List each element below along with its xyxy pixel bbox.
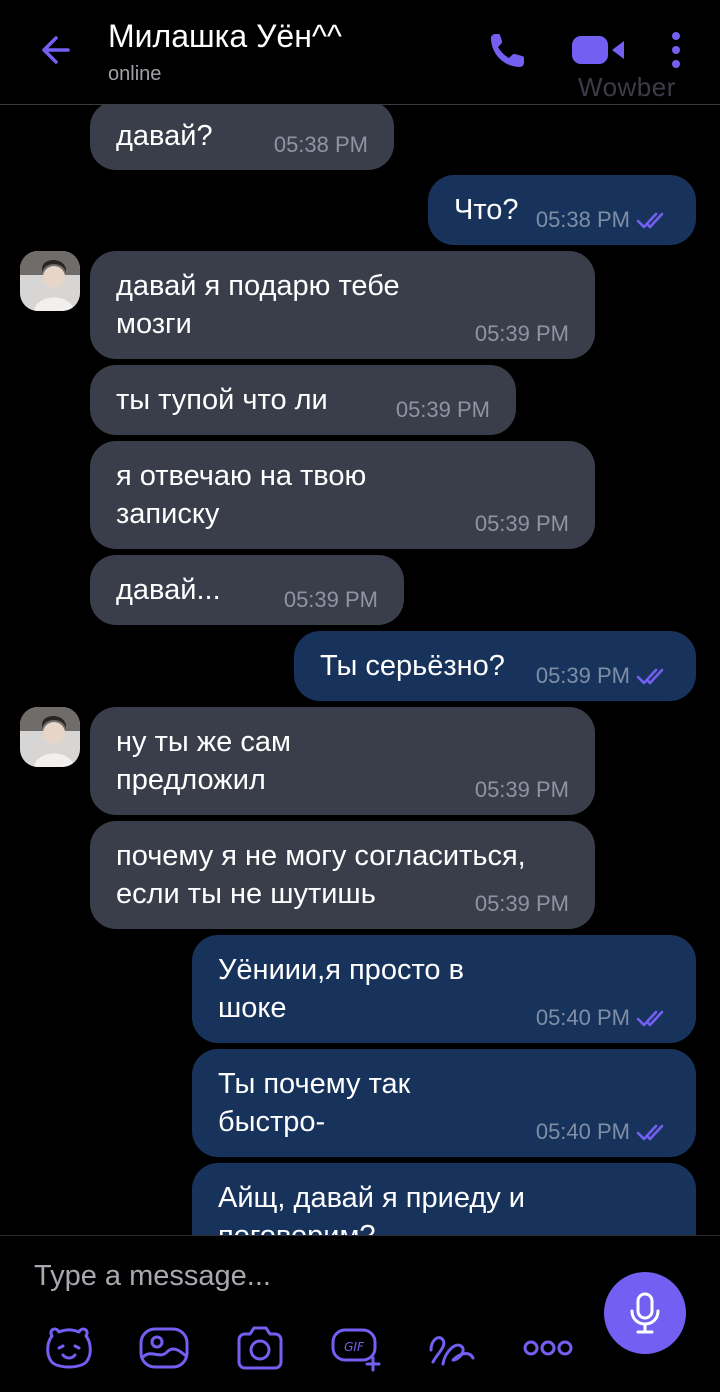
message-bubble-incoming[interactable]: ну ты же сам предложил 05:39 PM bbox=[90, 707, 595, 815]
more-vertical-icon[interactable] bbox=[664, 28, 688, 72]
message-time: 05:39 PM bbox=[474, 511, 569, 536]
message-time: 05:38 PM bbox=[273, 132, 368, 157]
message-bubble-outgoing[interactable]: Уёниии,я просто в шоке 05:40 PM bbox=[192, 935, 696, 1043]
double-check-read-icon bbox=[636, 1124, 664, 1141]
double-check-read-icon bbox=[636, 668, 664, 685]
message-bubble-incoming[interactable]: давай я подарю тебе мозги 05:39 PM bbox=[90, 251, 595, 359]
double-check-read-icon bbox=[636, 1010, 664, 1027]
doodle-icon[interactable] bbox=[425, 1324, 479, 1372]
microphone-icon bbox=[630, 1292, 660, 1334]
message-composer: GIF bbox=[0, 1235, 720, 1392]
voice-message-button[interactable] bbox=[604, 1272, 686, 1354]
message-bubble-incoming[interactable]: давай... 05:39 PM bbox=[90, 555, 404, 625]
message-bubble-outgoing[interactable]: Что? 05:38 PM bbox=[428, 175, 696, 245]
message-time: 05:39 PM bbox=[474, 777, 569, 802]
message-time: 05:39 PM bbox=[535, 663, 630, 688]
back-arrow-icon[interactable] bbox=[34, 30, 74, 70]
message-bubble-outgoing[interactable]: Ты почему так быстро- 05:40 PM bbox=[192, 1049, 696, 1157]
contact-avatar[interactable] bbox=[20, 251, 80, 311]
more-options-icon[interactable] bbox=[521, 1324, 575, 1372]
message-time: 05:39 PM bbox=[395, 397, 490, 422]
message-time: 05:39 PM bbox=[474, 321, 569, 346]
message-text: Айщ, давай я приеду и поговорим? bbox=[218, 1182, 525, 1235]
message-time: 05:39 PM bbox=[474, 891, 569, 916]
svg-text:GIF: GIF bbox=[344, 1340, 365, 1354]
phone-call-icon[interactable] bbox=[486, 28, 530, 72]
sticker-icon[interactable] bbox=[42, 1324, 96, 1372]
message-time: 05:40 PM bbox=[535, 1119, 630, 1144]
chat-header: Милашка Уён^^ online Wowber bbox=[0, 0, 720, 105]
watermark: Wowber bbox=[578, 72, 676, 102]
message-bubble-outgoing[interactable]: Ты серьёзно? 05:39 PM bbox=[294, 631, 696, 701]
contact-avatar[interactable] bbox=[20, 707, 80, 767]
double-check-read-icon bbox=[636, 212, 664, 229]
gif-icon[interactable]: GIF bbox=[329, 1324, 383, 1372]
message-bubble-incoming[interactable]: я отвечаю на твою записку 05:39 PM bbox=[90, 441, 595, 549]
message-bubble-outgoing[interactable]: Айщ, давай я приеду и поговорим? bbox=[192, 1163, 696, 1235]
message-input[interactable] bbox=[34, 1254, 574, 1298]
message-list[interactable]: давай? 05:38 PM Что? 05:38 PM давай я по… bbox=[0, 105, 720, 1235]
message-time: 05:38 PM bbox=[535, 207, 630, 232]
contact-status: online bbox=[108, 63, 162, 85]
message-bubble-incoming[interactable]: почему я не могу согласиться, если ты не… bbox=[90, 821, 595, 929]
message-time: 05:39 PM bbox=[283, 587, 378, 612]
message-bubble-incoming[interactable]: ты тупой что ли 05:39 PM bbox=[90, 365, 516, 435]
contact-name[interactable]: Милашка Уён^^ bbox=[108, 18, 342, 55]
gallery-icon[interactable] bbox=[137, 1324, 191, 1372]
camera-icon[interactable] bbox=[233, 1324, 287, 1372]
message-time: 05:40 PM bbox=[535, 1005, 630, 1030]
video-call-icon[interactable] bbox=[570, 30, 628, 70]
message-bubble-incoming[interactable]: давай? 05:38 PM bbox=[90, 105, 394, 170]
